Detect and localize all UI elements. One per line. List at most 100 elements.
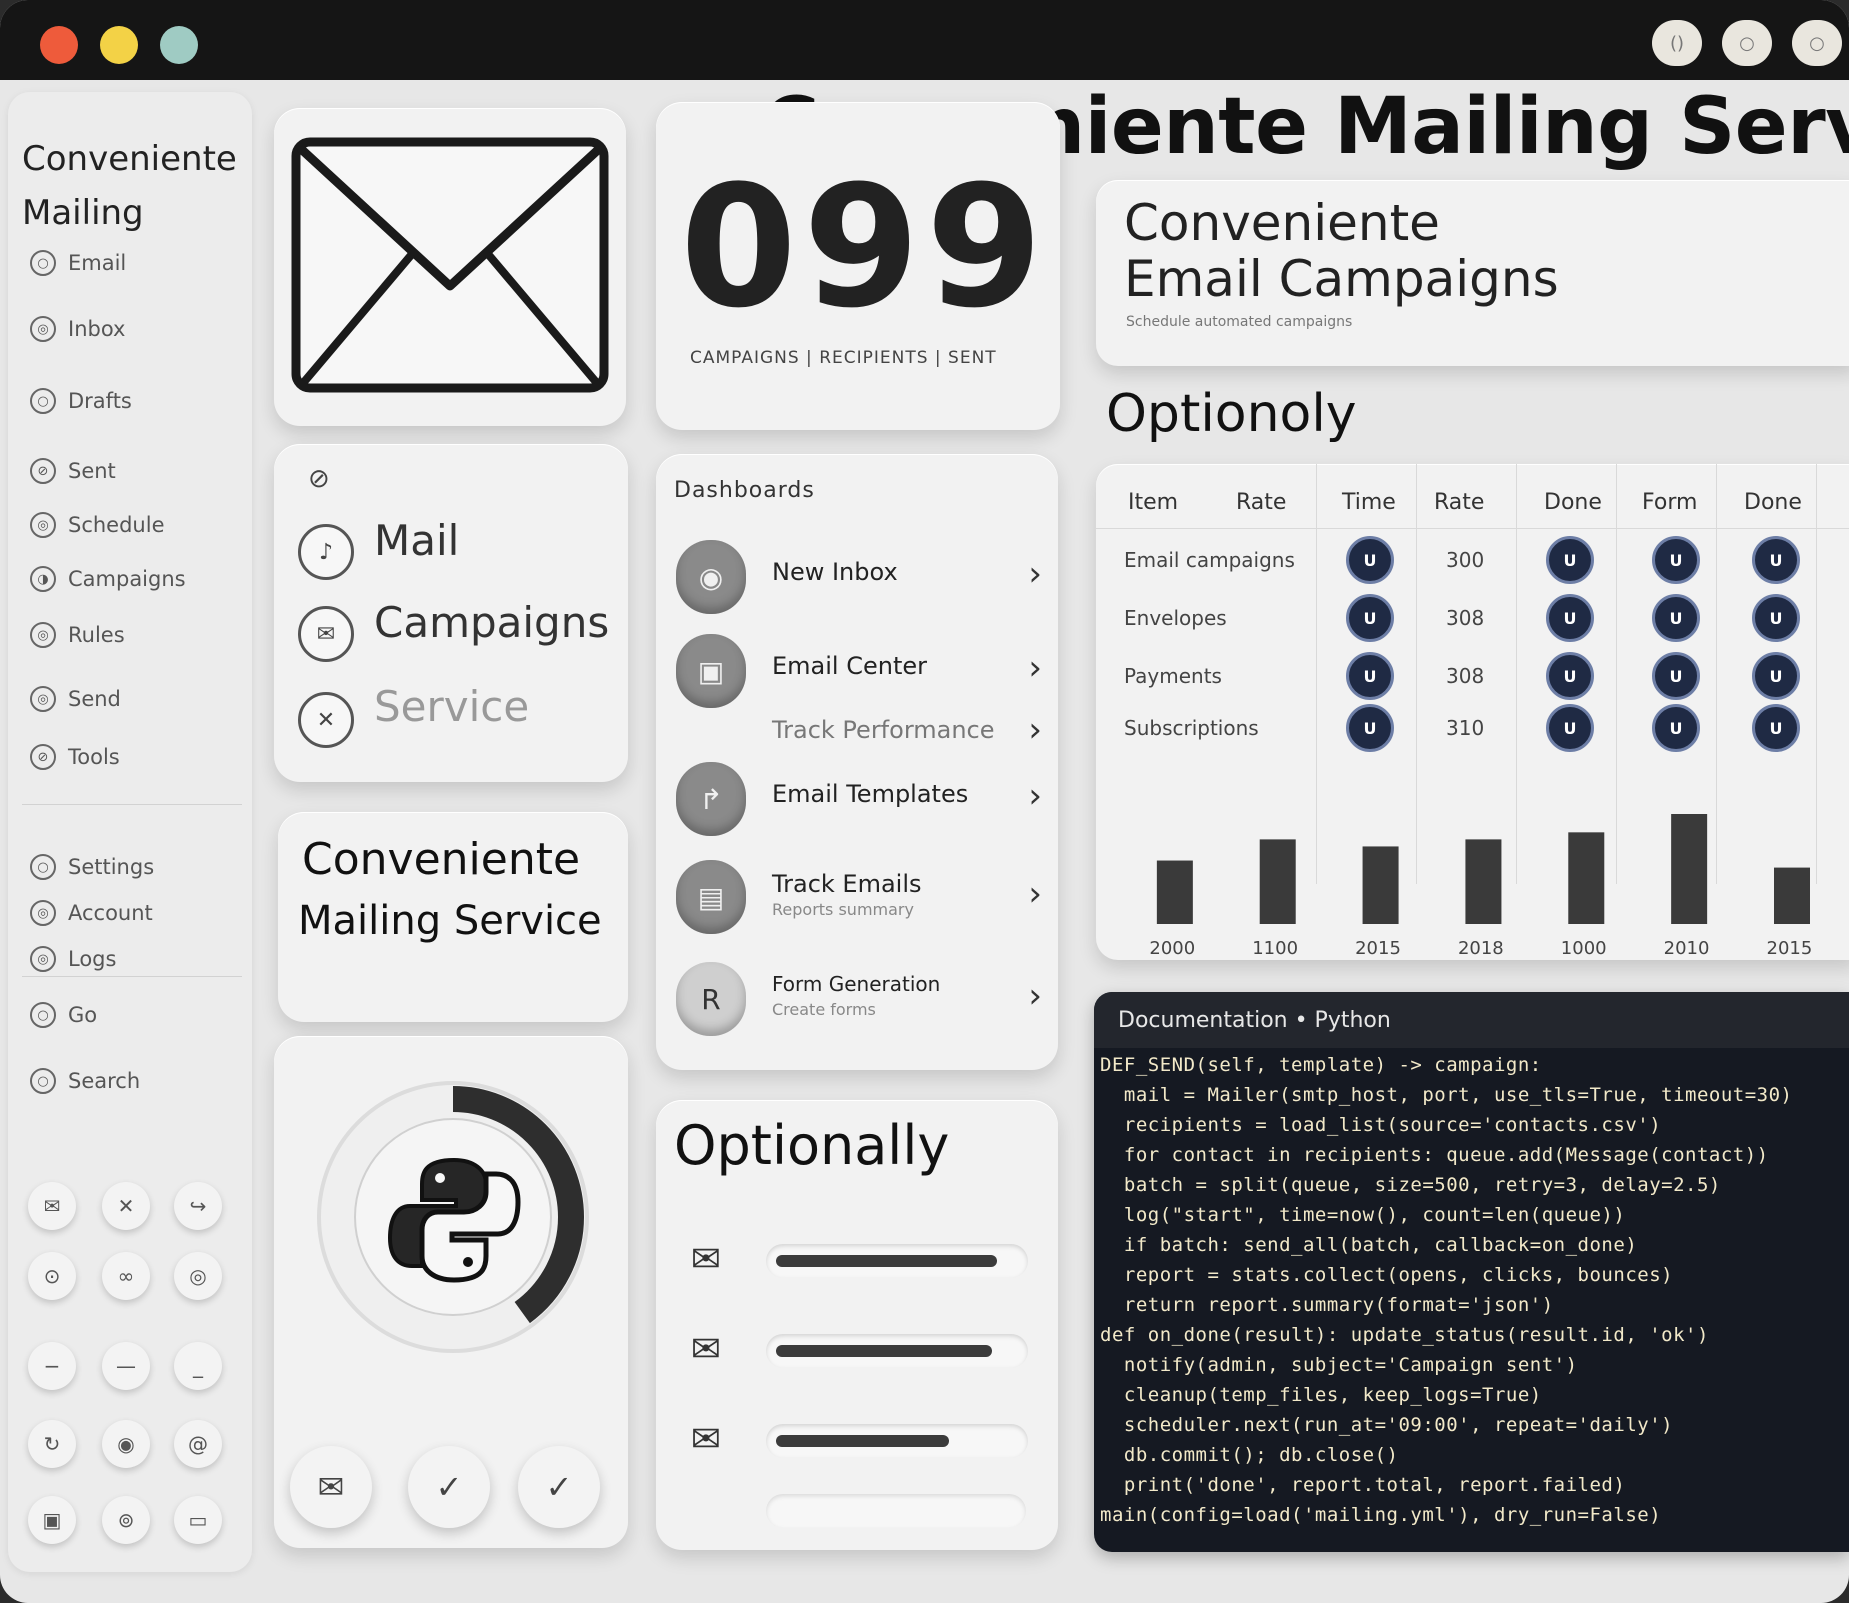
empty-input-field[interactable] <box>766 1494 1026 1528</box>
nav-item-mail[interactable]: Mail <box>374 516 459 565</box>
status-badge[interactable]: U <box>1346 704 1394 752</box>
attach-icon[interactable]: ⊙ <box>28 1252 76 1300</box>
status-badge[interactable]: U <box>1652 536 1700 584</box>
slider-track-3[interactable] <box>766 1424 1028 1458</box>
table-header[interactable]: Done <box>1744 490 1802 515</box>
table-header[interactable]: Rate <box>1236 490 1286 515</box>
status-badge[interactable]: U <box>1346 536 1394 584</box>
slider-track-2[interactable] <box>766 1334 1028 1368</box>
underline-icon[interactable]: _ <box>174 1342 222 1390</box>
dashboard-row-new-inbox[interactable]: ◉ New Inbox › <box>676 540 1046 616</box>
status-badge[interactable]: U <box>1546 652 1594 700</box>
sidebar-item-search[interactable]: ○ Search <box>30 1068 140 1094</box>
status-badge[interactable]: U <box>1346 594 1394 642</box>
dashboard-row-label: Track Performance <box>772 716 995 744</box>
minus-icon[interactable]: − <box>28 1342 76 1390</box>
mail-nav-icon: ♪ <box>298 524 354 580</box>
check-icon: ✓ <box>545 1468 573 1506</box>
titlebar-button-1[interactable]: () <box>1652 20 1702 66</box>
table-header[interactable]: Form <box>1642 490 1697 515</box>
sidebar-item-tools[interactable]: ⊘ Tools <box>30 744 120 770</box>
table-cell-value: 308 <box>1446 664 1485 688</box>
sidebar-title: Conveniente Mailing <box>22 132 237 240</box>
dashboard-row-email-templates[interactable]: ↱ Email Templates › <box>676 762 1046 838</box>
sidebar-item-sent[interactable]: ⊘ Sent <box>30 458 116 484</box>
inbox-tray-icon[interactable]: ▣ <box>28 1496 76 1544</box>
compose-button[interactable]: ✉ <box>290 1446 372 1528</box>
code-line: scheduler.next(run_at='09:00', repeat='d… <box>1100 1414 1674 1436</box>
slider-track-1[interactable] <box>766 1244 1028 1278</box>
maximize-window-button[interactable] <box>160 26 198 64</box>
dashboard-row-track-emails[interactable]: ▤ Track Emails Reports summary › <box>676 860 1046 936</box>
code-line: for contact in recipients: queue.add(Mes… <box>1100 1144 1769 1166</box>
sidebar-item-schedule[interactable]: ◎ Schedule <box>30 512 165 538</box>
table-cell-value: 300 <box>1446 548 1485 572</box>
status-badge[interactable]: U <box>1752 704 1800 752</box>
table-header[interactable]: Item <box>1128 490 1178 515</box>
swirl-icon[interactable]: @ <box>174 1420 222 1468</box>
eye-icon[interactable]: ◉ <box>102 1420 150 1468</box>
sidebar-item-logs[interactable]: ◎ Logs <box>30 946 116 972</box>
dashboard-row-email-center[interactable]: ▣ Email Center › <box>676 634 1046 710</box>
sidebar-item-label: Rules <box>68 623 125 647</box>
titlebar-button-3[interactable]: ○ <box>1792 20 1842 66</box>
status-badge[interactable]: U <box>1546 536 1594 584</box>
titlebar-button-2[interactable]: ○ <box>1722 20 1772 66</box>
nav-item-service[interactable]: Service <box>374 682 529 731</box>
chart-bar <box>1465 839 1502 924</box>
mail-icon: ✉ <box>690 1328 722 1370</box>
sidebar-item-campaigns[interactable]: ◑ Campaigns <box>30 566 186 592</box>
target-icon[interactable]: ◎ <box>174 1252 222 1300</box>
code-line: mail = Mailer(smtp_host, port, use_tls=T… <box>1100 1084 1793 1106</box>
go-icon: ○ <box>30 1002 56 1028</box>
sidebar-item-email[interactable]: ○ Email <box>30 250 126 276</box>
sidebar-item-inbox[interactable]: ◎ Inbox <box>30 316 125 342</box>
status-badge[interactable]: U <box>1546 594 1594 642</box>
status-badge[interactable]: U <box>1752 536 1800 584</box>
record-icon[interactable]: ⊚ <box>102 1496 150 1544</box>
dashboard-row-form-generation[interactable]: R Form Generation Create forms › <box>676 962 1046 1038</box>
link-icon[interactable]: ∞ <box>102 1252 150 1300</box>
sidebar-item-go[interactable]: ○ Go <box>30 1002 97 1028</box>
status-badge[interactable]: U <box>1752 594 1800 642</box>
status-badge[interactable]: U <box>1752 652 1800 700</box>
envelope-card[interactable] <box>274 108 626 426</box>
table-header[interactable]: Done <box>1544 490 1602 515</box>
sidebar-title-line1: Conveniente <box>22 139 237 179</box>
sidebar-item-account[interactable]: ◎ Account <box>30 900 153 926</box>
compass-icon: ⊘ <box>308 464 330 494</box>
folder-icon[interactable]: ▭ <box>174 1496 222 1544</box>
sidebar-item-rules[interactable]: ◎ Rules <box>30 622 125 648</box>
code-line: batch = split(queue, size=500, retry=3, … <box>1100 1174 1721 1196</box>
forward-icon[interactable]: ↪ <box>174 1182 222 1230</box>
python-icon <box>387 1157 521 1283</box>
status-badge[interactable]: U <box>1546 704 1594 752</box>
status-badge[interactable]: U <box>1652 652 1700 700</box>
table-header[interactable]: Rate <box>1434 490 1484 515</box>
close-icon[interactable]: ✕ <box>102 1182 150 1230</box>
counter-value: 099 <box>680 149 1049 345</box>
sidebar-item-drafts[interactable]: ○ Drafts <box>30 388 132 414</box>
sidebar-item-settings[interactable]: ○ Settings <box>30 854 154 880</box>
table-cell-name: Subscriptions <box>1124 716 1259 740</box>
close-window-button[interactable] <box>40 26 78 64</box>
chart-x-tick-label: 2010 <box>1664 938 1710 959</box>
sidebar-item-send[interactable]: ◎ Send <box>30 686 121 712</box>
form-icon: R <box>676 962 746 1036</box>
code-line: recipients = load_list(source='contacts.… <box>1100 1114 1662 1136</box>
drafts-icon: ○ <box>30 388 56 414</box>
status-badge[interactable]: U <box>1652 594 1700 642</box>
dash-icon[interactable]: — <box>102 1342 150 1390</box>
table-header[interactable]: Time <box>1342 490 1396 515</box>
minimize-window-button[interactable] <box>100 26 138 64</box>
slider-fill <box>776 1255 997 1267</box>
dashboard-row-label: Track Emails <box>772 870 922 898</box>
refresh-icon[interactable]: ↻ <box>28 1420 76 1468</box>
nav-item-campaigns[interactable]: Campaigns <box>374 598 609 647</box>
dashboard-row-track-performance[interactable]: Track Performance › <box>676 706 1046 756</box>
approve-button[interactable]: ✓ <box>408 1446 490 1528</box>
status-badge[interactable]: U <box>1346 652 1394 700</box>
mail-icon[interactable]: ✉ <box>28 1182 76 1230</box>
status-badge[interactable]: U <box>1652 704 1700 752</box>
send-button[interactable]: ✓ <box>518 1446 600 1528</box>
